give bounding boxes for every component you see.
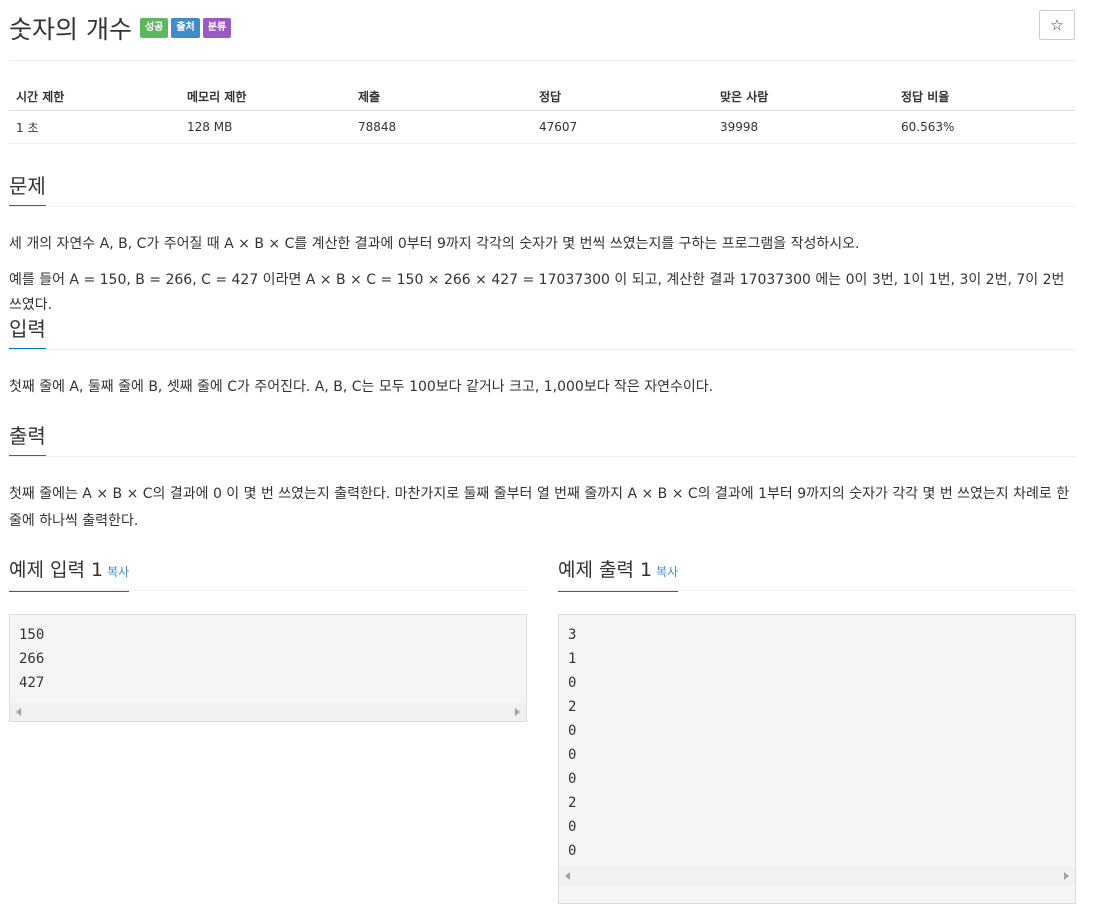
th-accept-ratio: 정답 비율 <box>894 82 1076 111</box>
scroll-left-icon[interactable] <box>565 872 570 880</box>
sample-output-line <box>558 590 1076 591</box>
copy-sample-input-button[interactable]: 복사 <box>107 565 129 579</box>
td-accepted[interactable]: 47607 <box>532 110 713 144</box>
sample-output-scrollbar[interactable] <box>559 867 1075 885</box>
input-heading: 입력 <box>9 317 46 350</box>
output-heading-line <box>9 456 1076 457</box>
td-accept-ratio: 60.563% <box>894 110 1076 144</box>
problem-info-table: 시간 제한 메모리 제한 제출 정답 맞은 사람 정답 비율 1 초 128 M… <box>9 82 1076 144</box>
sample-output-line: 0 <box>568 723 577 739</box>
th-memory-limit: 메모리 제한 <box>180 82 351 111</box>
problem-heading-line <box>9 206 1076 207</box>
sample-output-line: 0 <box>568 747 577 763</box>
sample-output-line: 0 <box>568 771 577 787</box>
star-button[interactable]: ☆ <box>1039 10 1075 40</box>
badge-source[interactable]: 출처 <box>171 18 200 38</box>
scroll-left-icon[interactable] <box>16 708 21 716</box>
output-heading: 출력 <box>9 424 46 457</box>
sample-input-scrollbar[interactable] <box>10 703 526 721</box>
th-accepted: 정답 <box>532 82 713 111</box>
sample-input-title: 예제 입력 1 <box>9 559 104 581</box>
problem-text-2: 예를 들어 A = 150, B = 266, C = 427 이라면 A × … <box>9 272 1065 313</box>
sample-output-line: 2 <box>568 795 577 811</box>
output-text: 첫째 줄에는 A × B × C의 결과에 0 이 몇 번 쓰였는지 출력한다.… <box>9 486 1070 529</box>
input-text: 첫째 줄에 A, 둘째 줄에 B, 셋째 줄에 C가 주어진다. A, B, C… <box>9 379 714 395</box>
scroll-right-icon[interactable] <box>515 708 520 716</box>
sample-output-line: 0 <box>568 819 577 835</box>
problem-text-1: 세 개의 자연수 A, B, C가 주어질 때 A × B × C를 계산한 결… <box>9 236 860 252</box>
td-memory-limit: 128 MB <box>180 110 351 144</box>
info-header-row: 시간 제한 메모리 제한 제출 정답 맞은 사람 정답 비율 <box>9 82 1076 111</box>
problem-heading: 문제 <box>9 174 46 207</box>
td-solvers[interactable]: 39998 <box>713 110 894 144</box>
sample-input-heading: 예제 입력 1 복사 <box>9 558 130 592</box>
sample-input-line: 150 <box>19 627 45 643</box>
sample-output-title: 예제 출력 1 <box>558 559 653 581</box>
title-divider <box>9 60 1076 61</box>
sample-output-line: 1 <box>568 651 577 667</box>
sample-output-heading: 예제 출력 1 복사 <box>558 558 679 592</box>
sample-output-lines: 3 1 0 2 0 0 0 2 0 0 <box>559 615 1075 863</box>
sample-input-line <box>9 590 527 591</box>
title-row: 숫자의 개수 성공 출처 분류 <box>9 8 234 48</box>
badge-category[interactable]: 분류 <box>202 18 232 38</box>
input-heading-line <box>9 349 1076 350</box>
td-time-limit: 1 초 <box>9 110 180 144</box>
th-time-limit: 시간 제한 <box>9 82 180 111</box>
sample-input-line: 427 <box>19 675 45 691</box>
info-value-row: 1 초 128 MB 78848 47607 39998 60.563% <box>9 110 1076 144</box>
td-submissions[interactable]: 78848 <box>351 110 532 144</box>
sample-input-line: 266 <box>19 651 45 667</box>
sample-output-box[interactable]: 3 1 0 2 0 0 0 2 0 0 <box>558 614 1076 904</box>
th-submissions: 제출 <box>351 82 532 111</box>
th-solvers: 맞은 사람 <box>713 82 894 111</box>
sample-output-line: 3 <box>568 627 577 643</box>
badge-success[interactable]: 성공 <box>139 18 169 38</box>
sample-output-line: 0 <box>568 675 577 691</box>
page-title: 숫자의 개수 <box>9 15 132 44</box>
copy-sample-output-button[interactable]: 복사 <box>656 565 678 579</box>
sample-input-lines: 150 266 427 <box>10 615 526 695</box>
sample-input-box[interactable]: 150 266 427 <box>9 614 527 722</box>
sample-output-line: 2 <box>568 699 577 715</box>
sample-output-line: 0 <box>568 843 577 859</box>
scroll-right-icon[interactable] <box>1064 872 1069 880</box>
star-icon: ☆ <box>1050 16 1064 34</box>
